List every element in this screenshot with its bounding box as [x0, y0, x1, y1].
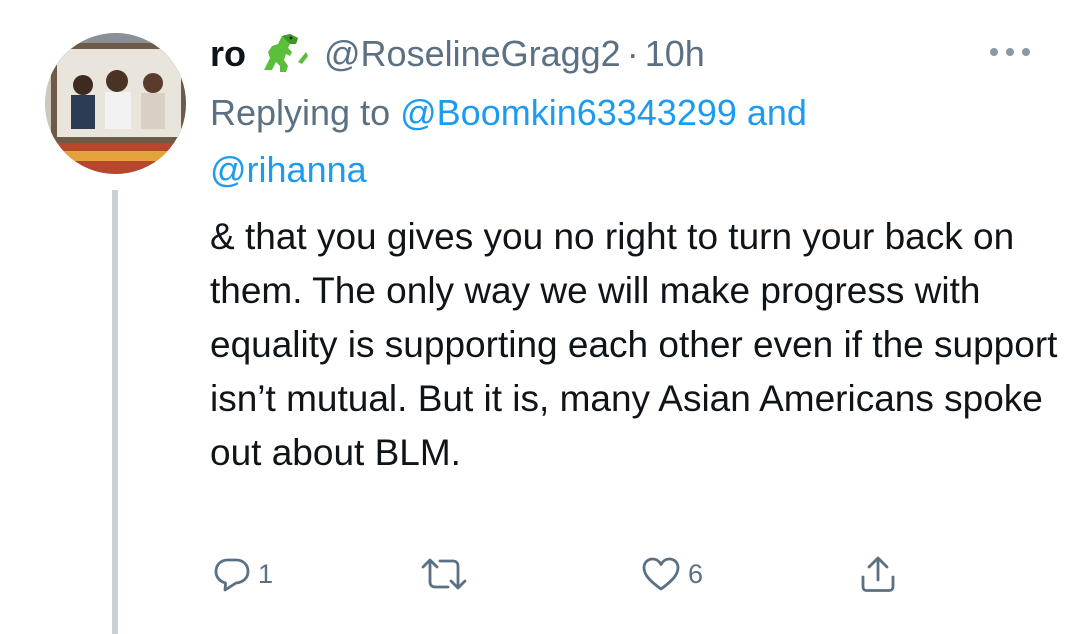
tweet-header: ro @RoselineGragg2 · 10h: [210, 26, 705, 82]
thread-line: [112, 190, 118, 634]
author-name[interactable]: ro: [210, 33, 246, 75]
more-horizontal-icon[interactable]: [986, 42, 1034, 62]
reply-count: 1: [258, 558, 274, 589]
replying-prefix: Replying to: [210, 92, 401, 133]
mention-boomkin[interactable]: @Boomkin63343299: [400, 92, 737, 133]
tweet-time[interactable]: 10h: [645, 33, 705, 75]
share-button[interactable]: [858, 552, 898, 596]
heart-icon: [640, 554, 682, 594]
replying-to: Replying to @Boomkin63343299 and @rihann…: [210, 84, 1030, 198]
reply-button[interactable]: 1: [212, 552, 273, 596]
separator-dot: ·: [626, 33, 639, 74]
mention-rihanna[interactable]: @rihanna: [210, 149, 367, 190]
share-icon: [858, 554, 898, 594]
author-handle[interactable]: @RoselineGragg2: [324, 33, 621, 75]
replying-and[interactable]: and: [737, 92, 807, 133]
tweet-text: & that you gives you no right to turn yo…: [210, 216, 1058, 473]
dinosaur-emoji-icon: [258, 32, 310, 76]
retweet-icon: [420, 554, 468, 594]
like-count: 6: [688, 558, 704, 589]
avatar[interactable]: [45, 33, 186, 174]
tweet[interactable]: ro @RoselineGragg2 · 10h Replying to @Bo…: [0, 0, 1080, 634]
retweet-button[interactable]: [420, 552, 474, 596]
action-bar: 1 6: [210, 552, 930, 596]
reply-icon: [212, 554, 252, 594]
avatar-photo: [45, 33, 186, 174]
like-button[interactable]: 6: [640, 552, 703, 596]
